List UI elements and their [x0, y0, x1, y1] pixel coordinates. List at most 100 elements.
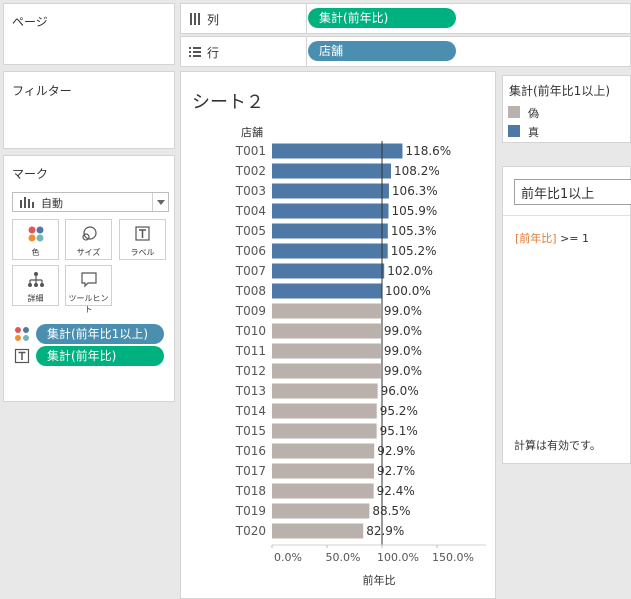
color-button[interactable]: 色 [12, 219, 59, 260]
data-label: 99.0% [384, 344, 422, 358]
category-label: T006 [235, 244, 266, 258]
pages-card[interactable]: ページ [3, 3, 175, 65]
columns-label: 列 [207, 13, 220, 27]
data-label: 82.9% [366, 524, 404, 538]
calc-formula-editor[interactable]: [前年比] >= 1 [515, 230, 589, 246]
category-label: T007 [235, 264, 266, 278]
color-legend: 集計(前年比1以上) 偽 真 [502, 75, 631, 143]
bar[interactable] [272, 243, 388, 259]
bar-chart: T001 118.6% T002 108.2% T003 106.3% T004 105.9%… [235, 141, 486, 587]
bar[interactable] [272, 163, 392, 179]
bar[interactable] [272, 323, 381, 339]
category-label: T010 [235, 324, 266, 338]
bar[interactable] [272, 383, 378, 399]
category-label: T004 [235, 204, 266, 218]
mark-type-value: 自動 [41, 197, 63, 210]
data-label: 108.2% [394, 164, 440, 178]
chevron-down-icon[interactable] [152, 193, 168, 211]
bar[interactable] [272, 143, 403, 159]
label-pill[interactable]: 集計(前年比) [36, 346, 164, 366]
bar[interactable] [272, 343, 381, 359]
calc-formula-op: >= 1 [556, 232, 590, 245]
data-label: 99.0% [384, 324, 422, 338]
bar[interactable] [272, 203, 389, 219]
color-button-label: 色 [31, 248, 40, 257]
filters-title: フィルター [12, 84, 72, 98]
calc-name-field[interactable] [514, 179, 631, 205]
x-tick-label: 0.0% [274, 551, 302, 564]
category-label: T020 [235, 524, 266, 538]
label-encoding-icon [14, 348, 30, 364]
data-label: 100.0% [385, 284, 431, 298]
rows-shelf[interactable]: 行 店舗 [180, 36, 631, 67]
category-label: T012 [235, 364, 266, 378]
category-label: T002 [235, 164, 266, 178]
bar[interactable] [272, 403, 377, 419]
category-label: T005 [235, 224, 266, 238]
columns-shelf[interactable]: 列 集計(前年比) [180, 3, 631, 34]
worksheet: シート２ 店舗 T001 118.6% T002 108.2% T003 106.3% T0… [180, 71, 496, 599]
category-label: T015 [235, 424, 266, 438]
columns-pill[interactable]: 集計(前年比) [308, 8, 456, 28]
category-label: T016 [235, 444, 266, 458]
color-pill[interactable]: 集計(前年比1以上) [36, 324, 164, 344]
bar[interactable] [272, 423, 377, 439]
bar[interactable] [272, 183, 389, 199]
size-button-label: サイズ [76, 248, 101, 257]
data-label: 95.1% [380, 424, 418, 438]
detail-button[interactable]: 詳細 [12, 265, 59, 306]
rows-shelf-label: 行 [181, 37, 307, 66]
bar-chart-icon [20, 197, 34, 208]
calc-divider [503, 215, 631, 216]
data-label: 92.7% [377, 464, 415, 478]
data-label: 88.5% [372, 504, 410, 518]
label-button-label: ラベル [130, 248, 155, 257]
size-icon [82, 226, 97, 241]
columns-icon [190, 13, 200, 25]
bar[interactable] [272, 363, 381, 379]
bar[interactable] [272, 283, 382, 299]
bar[interactable] [272, 483, 374, 499]
label-button[interactable]: ラベル [119, 219, 166, 260]
category-label: T013 [235, 384, 266, 398]
detail-icon [28, 272, 44, 287]
category-label: T008 [235, 284, 266, 298]
tooltip-button[interactable]: ツールヒント [65, 265, 112, 314]
mark-type-dropdown[interactable]: 自動 [12, 192, 169, 212]
category-label: T017 [235, 464, 266, 478]
bar[interactable] [272, 503, 370, 519]
calculation-editor: [前年比] >= 1 計算は有効です。 [502, 166, 631, 464]
legend-swatch-true [508, 125, 520, 137]
x-tick-label: 100.0% [377, 551, 419, 564]
marks-title: マーク [12, 167, 49, 181]
filters-card[interactable]: フィルター [3, 71, 175, 149]
category-label: T001 [235, 144, 266, 158]
bar[interactable] [272, 463, 374, 479]
category-label: T018 [235, 484, 266, 498]
rows-icon [189, 47, 201, 57]
bar[interactable] [272, 523, 364, 539]
bar[interactable] [272, 443, 375, 459]
data-label: 92.9% [377, 444, 415, 458]
bar[interactable] [272, 223, 388, 239]
tooltip-button-label: ツールヒント [68, 294, 109, 314]
rows-label: 行 [207, 46, 220, 60]
category-label: T009 [235, 304, 266, 318]
data-label: 99.0% [384, 304, 422, 318]
legend-label-false: 偽 [528, 107, 539, 120]
label-icon [135, 226, 150, 241]
data-label: 118.6% [405, 144, 451, 158]
x-tick-label: 150.0% [432, 551, 474, 564]
marks-card: マーク 自動 色 サイズ ラベル 詳細 ツールヒント 集計(前年比1以上) 集計… [3, 155, 175, 402]
color-encoding-icon [15, 327, 29, 341]
calc-status: 計算は有効です。 [514, 439, 601, 452]
size-button[interactable]: サイズ [65, 219, 112, 260]
data-label: 95.2% [380, 404, 418, 418]
legend-title: 集計(前年比1以上) [509, 84, 610, 98]
category-label: T011 [235, 344, 266, 358]
label-encoding-row: 集計(前年比) [14, 346, 169, 366]
rows-pill[interactable]: 店舗 [308, 41, 456, 61]
color-icon [28, 226, 44, 242]
bar[interactable] [272, 263, 385, 279]
bar[interactable] [272, 303, 381, 319]
